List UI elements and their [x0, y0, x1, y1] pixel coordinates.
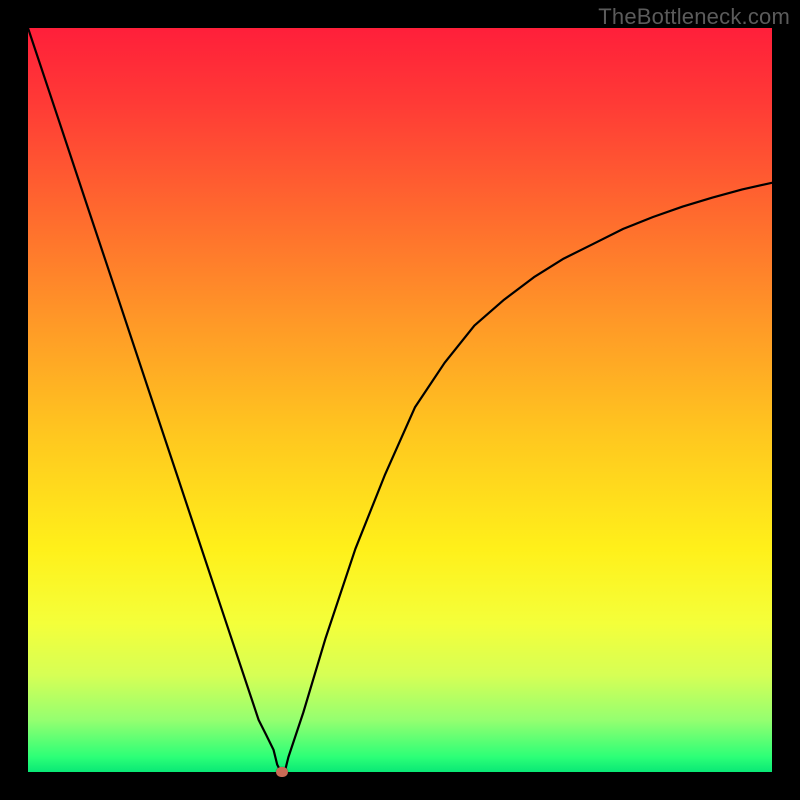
- curve-svg: [28, 28, 772, 772]
- bottleneck-curve: [28, 28, 772, 772]
- chart-frame: TheBottleneck.com: [0, 0, 800, 800]
- watermark-text: TheBottleneck.com: [598, 4, 790, 30]
- optimal-point-marker: [276, 767, 288, 777]
- plot-area: [28, 28, 772, 772]
